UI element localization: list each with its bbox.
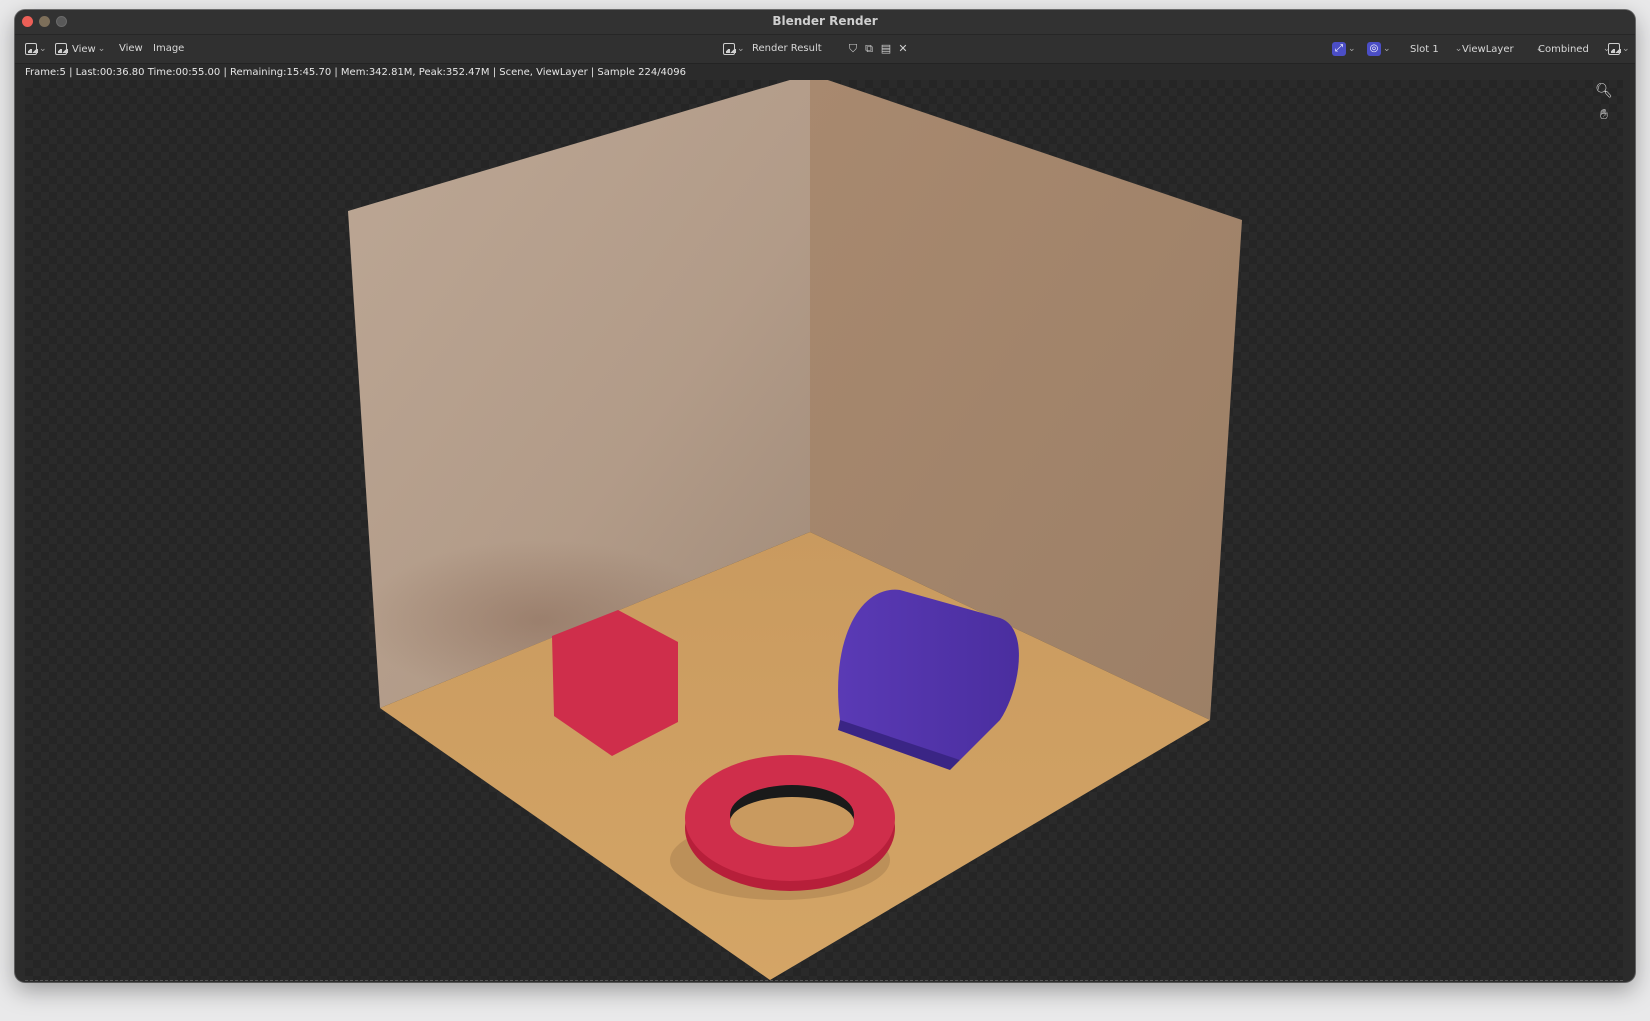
chevron-down-icon: ⌄ xyxy=(1348,44,1356,54)
view-mode-selector[interactable]: View ⌄ xyxy=(55,41,105,57)
new-image-button[interactable]: ⧉ xyxy=(863,41,875,57)
chevron-down-icon: ⌄ xyxy=(737,44,745,54)
blender-render-window: Blender Render ⌄ View ⌄ View Image ⌄ Ren… xyxy=(15,10,1635,982)
editor-type-selector[interactable]: ⌄ xyxy=(25,41,47,57)
overlay-toggle[interactable]: ◎ ⌄ xyxy=(1367,41,1391,57)
display-channels-selector[interactable]: ⌄ xyxy=(1608,41,1630,57)
open-image-button[interactable]: ▤ xyxy=(880,41,892,57)
shield-icon: ⛉ xyxy=(848,42,858,55)
red-torus xyxy=(685,755,895,891)
slot-label: Slot 1 xyxy=(1410,43,1439,55)
close-icon: ✕ xyxy=(898,42,908,55)
render-pass-selector[interactable]: Combined ⌄ xyxy=(1538,41,1610,57)
render-pass-label: Combined xyxy=(1538,43,1589,55)
hand-pan-icon[interactable]: ✋︎ xyxy=(1595,106,1613,124)
view-mode-icon xyxy=(55,43,68,55)
image-editor-icon xyxy=(25,43,38,55)
view-layer-selector[interactable]: ViewLayer ⌄ xyxy=(1462,41,1543,57)
view-layer-label: ViewLayer xyxy=(1462,43,1514,55)
image-editor-header: ⌄ View ⌄ View Image ⌄ Render Result ⛉ ⧉ … xyxy=(15,35,1635,64)
image-menu[interactable]: Image xyxy=(153,41,184,57)
chevron-down-icon: ⌄ xyxy=(1383,44,1391,54)
gizmo-toggle[interactable]: ⤢ ⌄ xyxy=(1332,41,1356,57)
open-image-icon: ▤ xyxy=(880,42,892,55)
fake-user-button[interactable]: ⛉ xyxy=(847,41,859,57)
render-status-line: Frame:5 | Last:00:36.80 Time:00:55.00 | … xyxy=(25,67,687,78)
slot-selector[interactable]: Slot 1 ⌄ xyxy=(1410,41,1462,57)
new-image-icon: ⧉ xyxy=(865,42,873,55)
image-browse-icon xyxy=(723,43,736,55)
gizmo-icon: ⤢ xyxy=(1332,42,1346,56)
chevron-down-icon: ⌄ xyxy=(1622,44,1630,54)
view-menu[interactable]: View xyxy=(119,41,143,57)
browse-image-button[interactable]: ⌄ xyxy=(723,41,745,57)
title-bar: Blender Render xyxy=(15,10,1635,35)
overlay-icon: ◎ xyxy=(1367,42,1381,56)
window-title: Blender Render xyxy=(772,14,878,28)
image-viewport[interactable]: 🔍︎ ✋︎ xyxy=(25,80,1623,981)
image-name-field[interactable]: Render Result xyxy=(752,41,822,57)
display-channels-icon xyxy=(1608,43,1621,55)
magnifier-zoom-icon[interactable]: 🔍︎ xyxy=(1595,82,1613,100)
view-mode-label: View xyxy=(72,43,96,55)
unlink-image-button[interactable]: ✕ xyxy=(897,41,909,57)
render-result-image xyxy=(348,80,1242,980)
chevron-down-icon: ⌄ xyxy=(97,44,106,54)
chevron-down-icon: ⌄ xyxy=(39,44,47,54)
